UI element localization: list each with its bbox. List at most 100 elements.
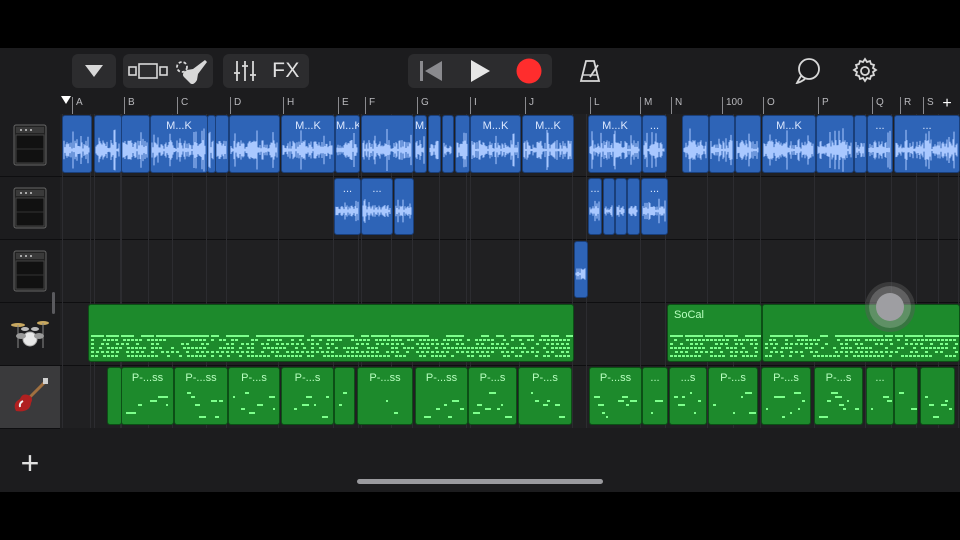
region-label: P-...s: [532, 372, 558, 384]
region-label: P-...s: [479, 372, 506, 384]
add-track-button[interactable]: +: [0, 434, 60, 492]
audio-region[interactable]: [854, 115, 867, 173]
audio-region[interactable]: ...: [867, 115, 893, 173]
audio-region[interactable]: ...: [641, 178, 668, 235]
midi-region[interactable]: ...s: [669, 367, 707, 425]
track-header-amp-1[interactable]: [0, 114, 60, 177]
region-label: ...: [649, 183, 660, 195]
audio-region[interactable]: [455, 115, 470, 173]
midi-region[interactable]: [107, 367, 122, 425]
midi-region[interactable]: ...: [642, 367, 668, 425]
audio-region[interactable]: ...: [894, 115, 960, 173]
midi-region[interactable]: P-...s: [814, 367, 863, 425]
mixer-sliders-icon[interactable]: [225, 54, 265, 88]
region-label: ...: [922, 120, 932, 132]
region-label: M...K: [602, 120, 628, 132]
audio-region[interactable]: [442, 115, 454, 173]
go-to-beginning-icon[interactable]: [410, 54, 452, 88]
region-label: M...K: [482, 120, 509, 132]
midi-region[interactable]: [334, 367, 355, 425]
audio-region[interactable]: M...K: [281, 115, 335, 173]
midi-region[interactable]: SoCal: [667, 304, 762, 362]
midi-region[interactable]: P-...s: [518, 367, 572, 425]
audio-region[interactable]: [121, 115, 150, 173]
loop-icon[interactable]: [790, 54, 828, 88]
track-lane-amp-2[interactable]: [60, 177, 960, 240]
midi-region[interactable]: P-...s: [228, 367, 280, 425]
playhead-handle[interactable]: [61, 96, 71, 104]
metronome-icon[interactable]: [572, 54, 608, 88]
region-label: M...K: [776, 120, 802, 132]
audio-region[interactable]: M...K: [335, 115, 360, 173]
tracks-scrollbar[interactable]: [52, 292, 55, 314]
ruler-marker-label: 100: [726, 97, 743, 108]
midi-region[interactable]: P-...ss: [357, 367, 413, 425]
track-lanes[interactable]: M...K M...K M...K M...K M...K M...K M...K... M.…: [60, 114, 960, 428]
track-header-amp-3[interactable]: [0, 240, 60, 303]
audio-region[interactable]: M...K: [150, 115, 208, 173]
home-indicator[interactable]: [357, 479, 603, 484]
midi-region[interactable]: P-...ss: [121, 367, 174, 425]
audio-region[interactable]: [215, 115, 229, 173]
add-section-button[interactable]: +: [936, 94, 958, 114]
fx-button[interactable]: FX: [265, 54, 307, 88]
audio-region[interactable]: ...: [642, 115, 667, 173]
track-header-bass[interactable]: [0, 366, 60, 429]
audio-region[interactable]: [709, 115, 735, 173]
audio-region[interactable]: ...: [361, 178, 393, 235]
midi-region[interactable]: P-...ss: [589, 367, 642, 425]
region-label: P-...s: [241, 372, 267, 384]
audio-region[interactable]: [394, 178, 414, 235]
record-icon[interactable]: [508, 54, 550, 88]
midi-region[interactable]: ...: [866, 367, 894, 425]
midi-region[interactable]: P-...s: [708, 367, 758, 425]
midi-region[interactable]: P-...s: [468, 367, 517, 425]
timeline-ruler[interactable]: A B C D H E F G I J L M N 100 O P Q R S: [60, 94, 960, 114]
audio-region[interactable]: [94, 115, 122, 173]
midi-region[interactable]: [894, 367, 918, 425]
midi-region[interactable]: [88, 304, 574, 362]
region-label: ...s: [680, 372, 696, 384]
garageband-tracks-view: FX A B C D H E F G I J L M N 100 O P Q R S +: [0, 48, 960, 492]
audio-region[interactable]: [682, 115, 709, 173]
tracks-view-icon[interactable]: [125, 54, 171, 88]
transport-group: [408, 54, 552, 88]
audio-region[interactable]: ...: [588, 178, 602, 235]
midi-region[interactable]: P-...ss: [174, 367, 228, 425]
audio-region[interactable]: ...: [334, 178, 361, 235]
track-headers: +: [0, 114, 60, 492]
audio-region[interactable]: [428, 115, 441, 173]
track-header-drums[interactable]: [0, 303, 60, 366]
region-label: P-...s: [825, 372, 852, 384]
region-label: ...: [342, 183, 353, 195]
midi-region[interactable]: [920, 367, 955, 425]
ruler-marker-label: I: [474, 97, 477, 108]
region-label: P-...ss: [185, 372, 217, 384]
midi-region[interactable]: P-...s: [281, 367, 334, 425]
midi-region[interactable]: P-...ss: [415, 367, 468, 425]
audio-region[interactable]: [816, 115, 854, 173]
midi-region[interactable]: [762, 304, 960, 362]
audio-region[interactable]: [361, 115, 414, 173]
triangle-down-icon[interactable]: [72, 54, 116, 88]
audio-region[interactable]: [735, 115, 761, 173]
track-lane-amp-3[interactable]: [60, 240, 960, 303]
audio-region[interactable]: [574, 241, 588, 298]
midi-region[interactable]: P-...s: [761, 367, 811, 425]
play-icon[interactable]: [458, 54, 502, 88]
ruler-marker-label: R: [904, 97, 912, 108]
audio-region[interactable]: [627, 178, 640, 235]
audio-region[interactable]: [229, 115, 280, 173]
guitar-icon[interactable]: [173, 54, 211, 88]
track-header-amp-2[interactable]: [0, 177, 60, 240]
audio-region[interactable]: M...K: [470, 115, 521, 173]
gear-icon[interactable]: [846, 54, 884, 88]
audio-region[interactable]: M...K: [762, 115, 816, 173]
audio-region[interactable]: M...K: [414, 115, 427, 173]
audio-region[interactable]: [603, 178, 615, 235]
audio-region[interactable]: M...K: [588, 115, 642, 173]
audio-region[interactable]: [615, 178, 627, 235]
audio-region[interactable]: [62, 115, 92, 173]
audio-region[interactable]: M...K: [522, 115, 574, 173]
mixer-fx-group: FX: [223, 54, 309, 88]
